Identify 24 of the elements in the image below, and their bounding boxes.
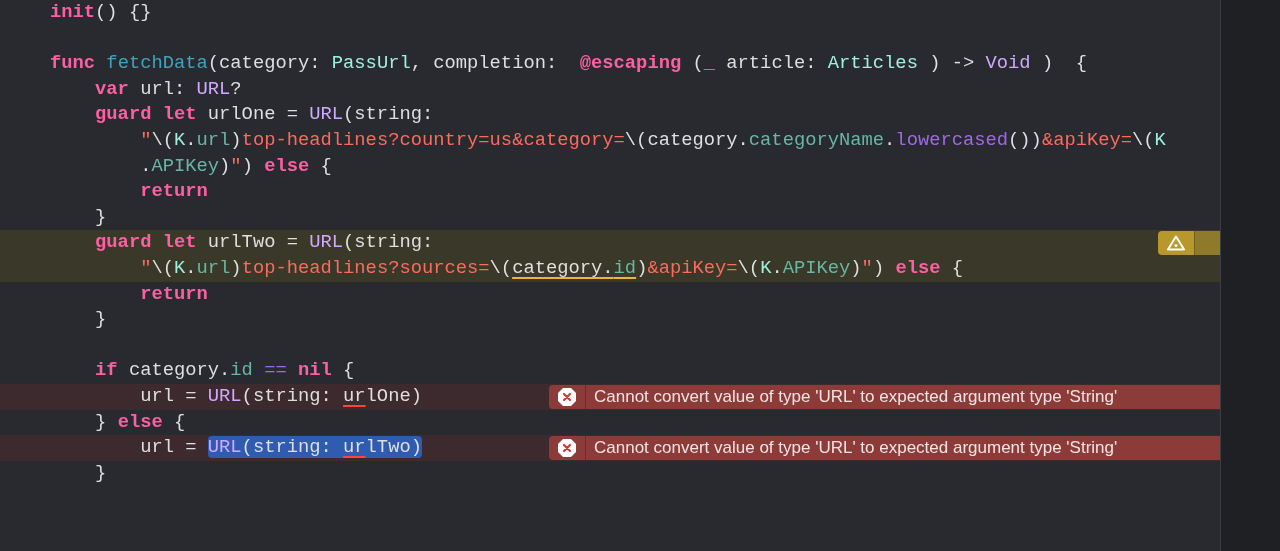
code-line: "\(K.url)top-headlines?sources=\(category.id)&apiKey=\(K.APIKey)") else { <box>139 255 964 281</box>
warning-icon <box>1167 235 1185 252</box>
code-line: } else { <box>94 409 186 435</box>
code-line: var url: URL? <box>94 76 242 102</box>
code-line: } <box>94 460 107 486</box>
code-line: } <box>94 307 107 333</box>
error-message[interactable]: Cannot convert value of type 'URL' to expected argument type 'String' <box>549 436 1220 461</box>
code-line: return <box>139 281 208 307</box>
code-line: func fetchData(category: PassUrl, completion: @escaping (_ article: Articles ) -> Void ) { <box>50 51 1087 77</box>
error-message[interactable]: Cannot convert value of type 'URL' to expected argument type 'String' <box>549 384 1220 409</box>
code-line: guard let urlTwo = URL(string: <box>94 230 434 256</box>
code-line: url = URL(string: ur lOne) <box>139 383 422 409</box>
error-icon <box>557 386 577 407</box>
code-line: .APIKey)") else { <box>139 153 332 179</box>
warning-badge[interactable] <box>1158 231 1194 256</box>
code-line: "\(K.url)top-headlines?country=us&category=\(category.categoryName.lowercased())&apiKey=\(K <box>139 127 1166 153</box>
code-line: url = URL(string: ur lTwo) <box>139 435 422 461</box>
warning-marker <box>1194 231 1220 256</box>
error-icon <box>557 438 577 459</box>
code-line: } <box>94 204 107 230</box>
code-line: if category.id == nil { <box>94 358 355 384</box>
code-line: guard let urlOne = URL(string: <box>94 102 434 128</box>
code-line: return <box>139 179 208 205</box>
code-line: init() {} <box>50 0 152 25</box>
